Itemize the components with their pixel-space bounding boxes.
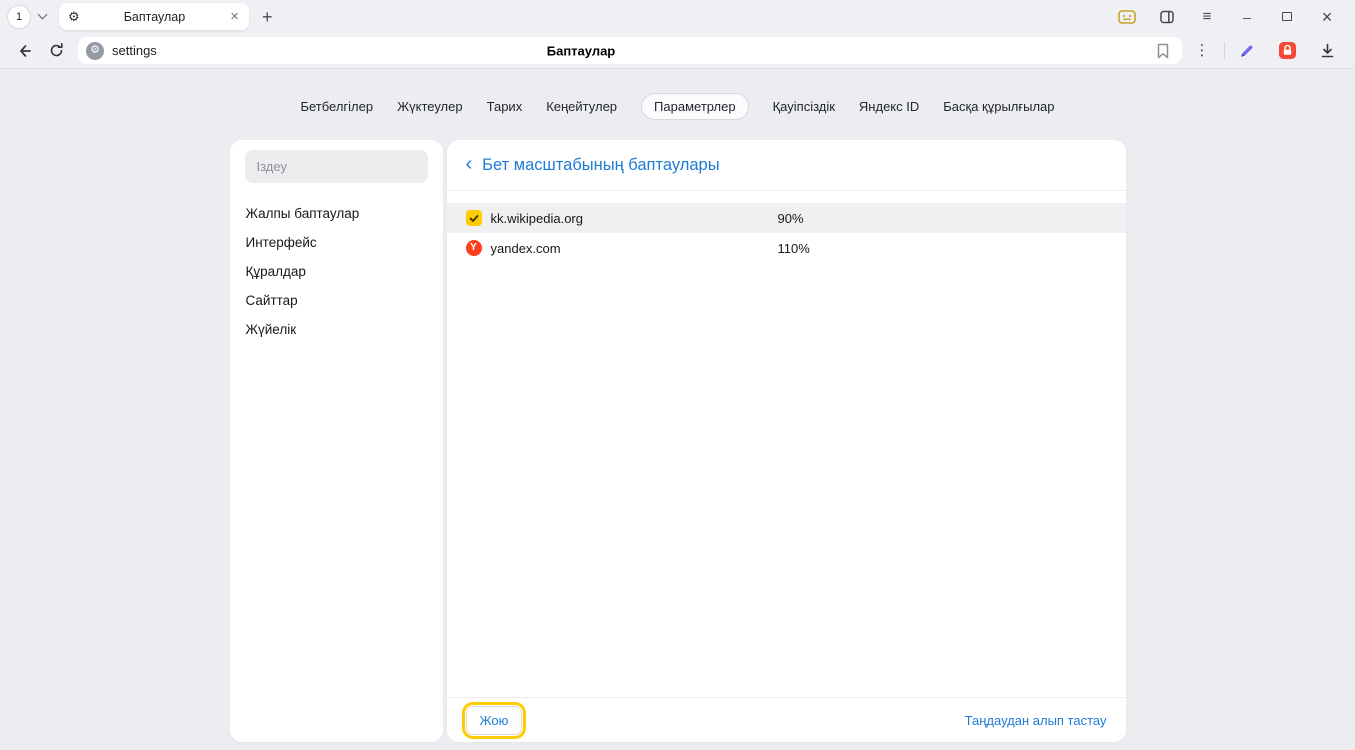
url-text: settings (112, 43, 157, 58)
bookmark-flag-icon[interactable] (1156, 43, 1170, 59)
tab-close-icon[interactable]: × (229, 9, 240, 24)
row-site-cell: kk.wikipedia.org (466, 210, 778, 226)
sidebar-item-general[interactable]: Жалпы баптаулар (230, 199, 443, 228)
tab-list-chevron-down-icon[interactable] (38, 10, 48, 20)
sidebar-search-input[interactable] (245, 150, 428, 183)
tab-title: Баптаулар (80, 10, 230, 24)
deselect-all-link[interactable]: Таңдаудан алып тастау (965, 713, 1107, 728)
dots-glyph: ⋮ (1195, 43, 1210, 58)
active-tab[interactable]: ⚙ Баптаулар × (59, 3, 249, 30)
gear-favicon-icon: ⚙ (68, 10, 80, 23)
side-panel-icon[interactable] (1147, 0, 1187, 33)
settings-sidebar: Жалпы баптаулар Интерфейс Құралдар Сайтт… (230, 140, 443, 742)
zoom-value: 110% (778, 241, 810, 256)
reload-button[interactable] (40, 33, 72, 68)
site-settings-badge-icon[interactable]: ⚙ (86, 42, 104, 60)
url-field[interactable]: ⚙ settings Баптаулар (78, 37, 1182, 64)
tabbar-right-controls: ≡ – × (1107, 0, 1347, 33)
sidebar-item-interface[interactable]: Интерфейс (230, 228, 443, 257)
zoom-row-yandex[interactable]: Y yandex.com 110% (447, 233, 1126, 263)
nav-tab-bookmarks[interactable]: Бетбелгілер (300, 94, 373, 119)
sidebar-item-system[interactable]: Жүйелік (230, 315, 443, 344)
omnibox-page-title: Баптаулар (547, 43, 616, 58)
zoom-value: 90% (778, 211, 804, 226)
panel-title: Бет масштабының баптаулары (482, 156, 719, 175)
panel-header: ‹ Бет масштабының баптаулары (447, 140, 1126, 191)
nav-tab-yandex-id[interactable]: Яндекс ID (859, 94, 919, 119)
yandex-favicon-icon[interactable]: Y (466, 240, 482, 256)
promo-smiley-icon[interactable] (1107, 0, 1147, 33)
row-checkbox-checked-icon[interactable] (466, 210, 482, 226)
zoom-rows-list: kk.wikipedia.org 90% Y yandex.com 110% (447, 203, 1126, 263)
zoom-row-kk-wikipedia[interactable]: kk.wikipedia.org 90% (447, 203, 1126, 233)
window-minimize-button[interactable]: – (1227, 0, 1267, 33)
tab-strip: 1 ⚙ Баптаулар × + ≡ – × (0, 0, 1355, 33)
row-site-cell: Y yandex.com (466, 240, 778, 256)
hamburger-glyph: ≡ (1203, 9, 1212, 24)
sidebar-item-tools[interactable]: Құралдар (230, 257, 443, 286)
site-label: yandex.com (491, 241, 561, 256)
window-close-button[interactable]: × (1307, 0, 1347, 33)
site-label: kk.wikipedia.org (491, 211, 584, 226)
settings-layout: Жалпы баптаулар Интерфейс Құралдар Сайтт… (0, 140, 1355, 742)
back-button[interactable] (8, 33, 40, 68)
panel-footer: Жою Таңдаудан алып тастау (447, 697, 1126, 742)
window-maximize-button[interactable] (1267, 0, 1307, 33)
toolbar-divider (1224, 42, 1225, 60)
browser-menu-hamburger-icon[interactable]: ≡ (1187, 0, 1227, 33)
sidebar-items: Жалпы баптаулар Интерфейс Құралдар Сайтт… (230, 199, 443, 344)
nav-tab-settings[interactable]: Параметрлер (641, 93, 749, 120)
downloads-icon[interactable] (1307, 33, 1347, 68)
nav-tab-other-devices[interactable]: Басқа құрылғылар (943, 94, 1054, 119)
nav-tab-extensions[interactable]: Кеңейтулер (546, 94, 617, 119)
tab-counter-badge[interactable]: 1 (8, 6, 30, 28)
delete-button[interactable]: Жою (466, 706, 523, 735)
minimize-glyph: – (1243, 10, 1251, 24)
notes-pen-icon[interactable] (1227, 33, 1267, 68)
settings-top-nav: Бетбелгілер Жүктеулер Тарих Кеңейтулер П… (0, 92, 1355, 120)
nav-tab-history[interactable]: Тарих (487, 94, 523, 119)
nav-tab-downloads[interactable]: Жүктеулер (397, 94, 463, 119)
nav-tab-security[interactable]: Қауіпсіздік (773, 94, 835, 119)
maximize-glyph (1282, 12, 1292, 21)
address-bar: ⚙ settings Баптаулар ⋮ (0, 33, 1355, 68)
protect-shield-icon[interactable] (1267, 33, 1307, 68)
sidebar-item-sites[interactable]: Сайттар (230, 286, 443, 315)
zoom-settings-panel: ‹ Бет масштабының баптаулары kk.wikipedi… (447, 140, 1126, 742)
omnibox-more-dots-icon[interactable]: ⋮ (1182, 33, 1222, 68)
back-chevron-icon[interactable]: ‹ (466, 154, 473, 174)
settings-page: Бетбелгілер Жүктеулер Тарих Кеңейтулер П… (0, 68, 1355, 750)
new-tab-button[interactable]: + (262, 8, 273, 26)
close-glyph: × (1322, 8, 1333, 26)
